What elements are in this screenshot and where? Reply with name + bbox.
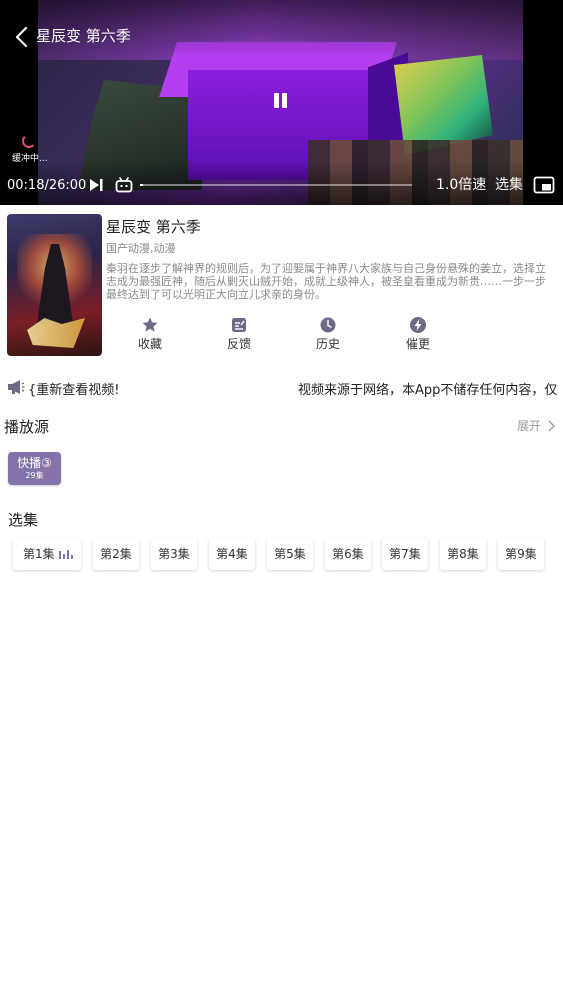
show-title: 星辰变 第六季	[106, 218, 201, 236]
show-poster[interactable]	[7, 214, 102, 356]
star-icon	[142, 317, 158, 332]
episode-label: 第1集	[23, 547, 55, 561]
chevron-right-icon[interactable]	[547, 420, 555, 432]
show-genre: 国产动漫,动漫	[106, 242, 176, 255]
episodes-heading: 选集	[8, 511, 39, 529]
progress-bar[interactable]	[140, 184, 412, 186]
clock-icon	[320, 317, 336, 333]
source-chip[interactable]: 快播③ 29集	[8, 452, 61, 485]
speed-button[interactable]: 1.0倍速	[436, 177, 486, 194]
history-button[interactable]: 历史	[298, 316, 358, 352]
notice-text: 视频来源于网络，本App不储存任何内容，仅提	[298, 383, 558, 398]
episode-button-5[interactable]: 第5集	[267, 538, 313, 570]
now-playing-icon	[59, 549, 73, 559]
episode-button-4[interactable]: 第4集	[209, 538, 255, 570]
back-arrow-icon[interactable]	[12, 26, 32, 48]
episode-button-8[interactable]: 第8集	[440, 538, 486, 570]
episode-button-2[interactable]: 第2集	[93, 538, 139, 570]
episode-button-6[interactable]: 第6集	[325, 538, 371, 570]
source-heading: 播放源	[4, 418, 50, 436]
source-name: 快播③	[17, 456, 52, 470]
buffering-spinner-icon	[22, 134, 36, 148]
notice-marquee: {重新查看视频! 视频来源于网络，本App不储存任何内容，仅提	[28, 378, 558, 398]
request-update-button[interactable]: 催更	[388, 316, 448, 352]
feedback-button[interactable]: 反馈	[209, 316, 269, 352]
edit-note-icon	[232, 318, 246, 332]
show-description: 秦羽在逐步了解神界的规则后，为了迎娶属于神界八大家族与自己身份悬殊的姜立，选择立…	[106, 262, 546, 301]
request-update-label: 催更	[405, 337, 430, 351]
episode-button-7[interactable]: 第7集	[382, 538, 428, 570]
poster-logo	[27, 318, 85, 348]
progress-fill	[140, 184, 144, 186]
episode-button-9[interactable]: 第9集	[498, 538, 544, 570]
episodes-button[interactable]: 选集	[495, 177, 523, 194]
video-title: 星辰变 第六季	[36, 27, 131, 45]
time-display: 00:18/26:00	[7, 178, 87, 193]
history-label: 历史	[315, 337, 340, 351]
next-episode-icon[interactable]	[88, 177, 104, 193]
notice-text-tail: {重新查看视频!	[28, 383, 120, 398]
source-count: 29集	[25, 471, 44, 480]
megaphone-icon	[8, 380, 25, 394]
buffering-text: 缓冲中...	[12, 154, 48, 164]
favorite-button[interactable]: 收藏	[120, 316, 180, 352]
episode-button-3[interactable]: 第3集	[151, 538, 197, 570]
danmaku-tv-icon[interactable]	[115, 177, 133, 193]
picture-in-picture-icon[interactable]	[533, 176, 555, 194]
expand-button[interactable]: 展开	[517, 418, 541, 434]
video-player[interactable]: 星辰变 第六季 缓冲中... 00:18/26:00 1.0倍速 选集	[0, 0, 563, 205]
favorite-label: 收藏	[137, 337, 162, 351]
bolt-icon	[410, 317, 426, 333]
pause-icon[interactable]	[268, 90, 292, 114]
feedback-label: 反馈	[226, 337, 251, 351]
episode-button-1[interactable]: 第1集	[13, 538, 81, 570]
